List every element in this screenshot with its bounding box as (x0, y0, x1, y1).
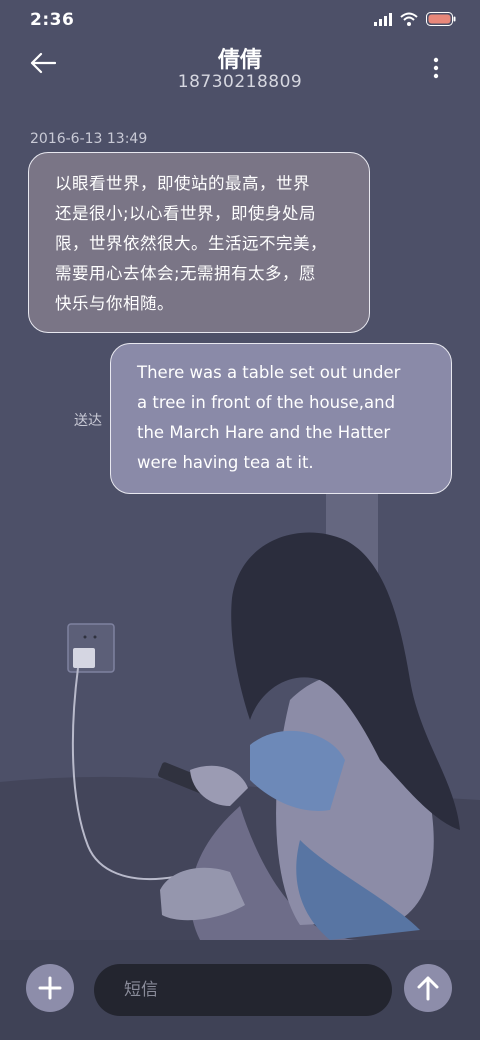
message-line: 限，世界依然很大。生活远不完美， (55, 234, 327, 253)
add-attachment-button[interactable] (26, 964, 74, 1012)
message-line: a tree in front of the house,and (137, 393, 396, 412)
message-line: 以眼看世界，即使站的最高，世界 (55, 174, 310, 193)
arrow-up-icon (417, 976, 439, 1001)
message-line: 需要用心去体会;无需拥有太多，愿 (55, 264, 317, 283)
wifi-icon (400, 12, 418, 26)
status-icons (374, 12, 456, 26)
signal-icon (374, 13, 392, 26)
send-button[interactable] (404, 964, 452, 1012)
more-vertical-icon (433, 57, 439, 79)
delivery-status: 送达 (74, 413, 102, 429)
message-input[interactable] (122, 979, 366, 1001)
conversation-header: 倩倩 18730218809 (0, 40, 480, 100)
contact-name: 倩倩 (217, 48, 262, 73)
message-composer (0, 940, 480, 1040)
message-input-container[interactable] (94, 964, 392, 1016)
message-line: There was a table set out under (137, 363, 401, 382)
contact-phone-number: 18730218809 (177, 72, 303, 92)
message-line: the March Hare and the Hatter (137, 423, 391, 442)
message-line: were having tea at it. (137, 453, 314, 472)
battery-icon (426, 12, 456, 26)
status-bar: 2:36 (0, 0, 480, 40)
outgoing-message-bubble[interactable]: There was a table set out under a tree i… (110, 343, 452, 494)
more-options-button[interactable] (428, 56, 444, 82)
status-time: 2:36 (30, 10, 75, 30)
message-timestamp: 2016-6-13 13:49 (30, 131, 148, 147)
message-line: 快乐与你相随。 (55, 294, 174, 313)
incoming-message-bubble[interactable]: 以眼看世界，即使站的最高，世界 还是很小;以心看世界，即使身处局 限，世界依然很… (28, 152, 370, 333)
plus-icon (38, 976, 62, 1000)
message-line: 还是很小;以心看世界，即使身处局 (55, 204, 317, 223)
